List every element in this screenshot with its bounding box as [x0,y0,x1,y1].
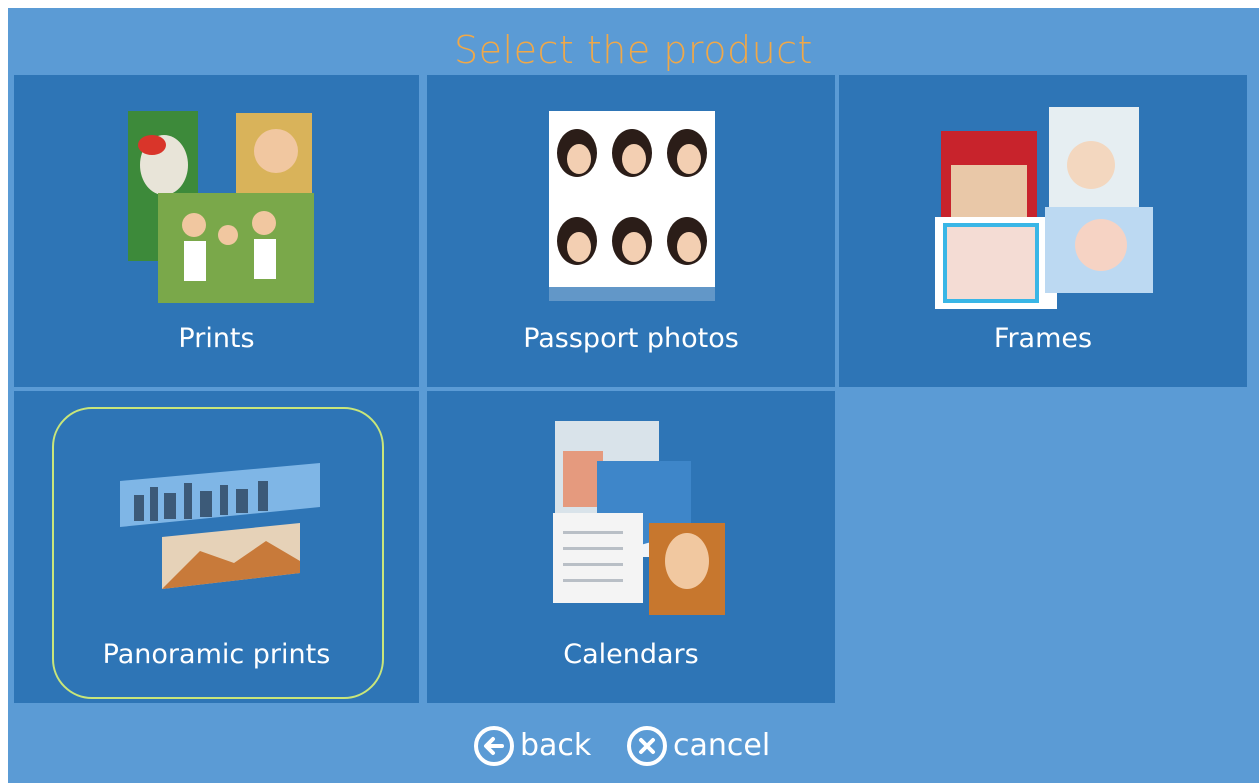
close-icon [627,726,667,766]
tile-label-panoramic-prints: Panoramic prints [102,639,331,670]
prints-collage-icon [128,111,314,303]
back-label: back [520,728,592,763]
tile-label-passport-photos: Passport photos [523,323,739,354]
tile-label-calendars: Calendars [563,639,699,670]
arrow-left-icon [474,726,514,766]
cancel-button[interactable]: cancel [627,721,770,771]
back-button[interactable]: back [474,721,591,771]
page-title: Select the product [454,28,813,72]
bottom-navigation: back cancel [8,711,1259,783]
tile-frames[interactable]: Frames [839,75,1247,387]
tile-label-frames: Frames [993,323,1093,354]
tile-calendars[interactable]: Calendars [427,391,835,703]
calendars-icon [553,421,725,615]
cancel-label: cancel [673,728,771,763]
tile-panoramic-prints[interactable]: Panoramic prints [14,391,419,703]
frames-collage-icon [935,107,1153,309]
tile-passport-photos[interactable]: Passport photos [427,75,835,387]
tile-prints[interactable]: Prints [14,75,419,387]
passport-photos-icon [549,111,715,301]
product-selection-screen: Select the product Prints Passport photo… [8,8,1259,783]
tile-label-prints: Prints [178,323,255,354]
panoramic-prints-icon [120,463,320,589]
